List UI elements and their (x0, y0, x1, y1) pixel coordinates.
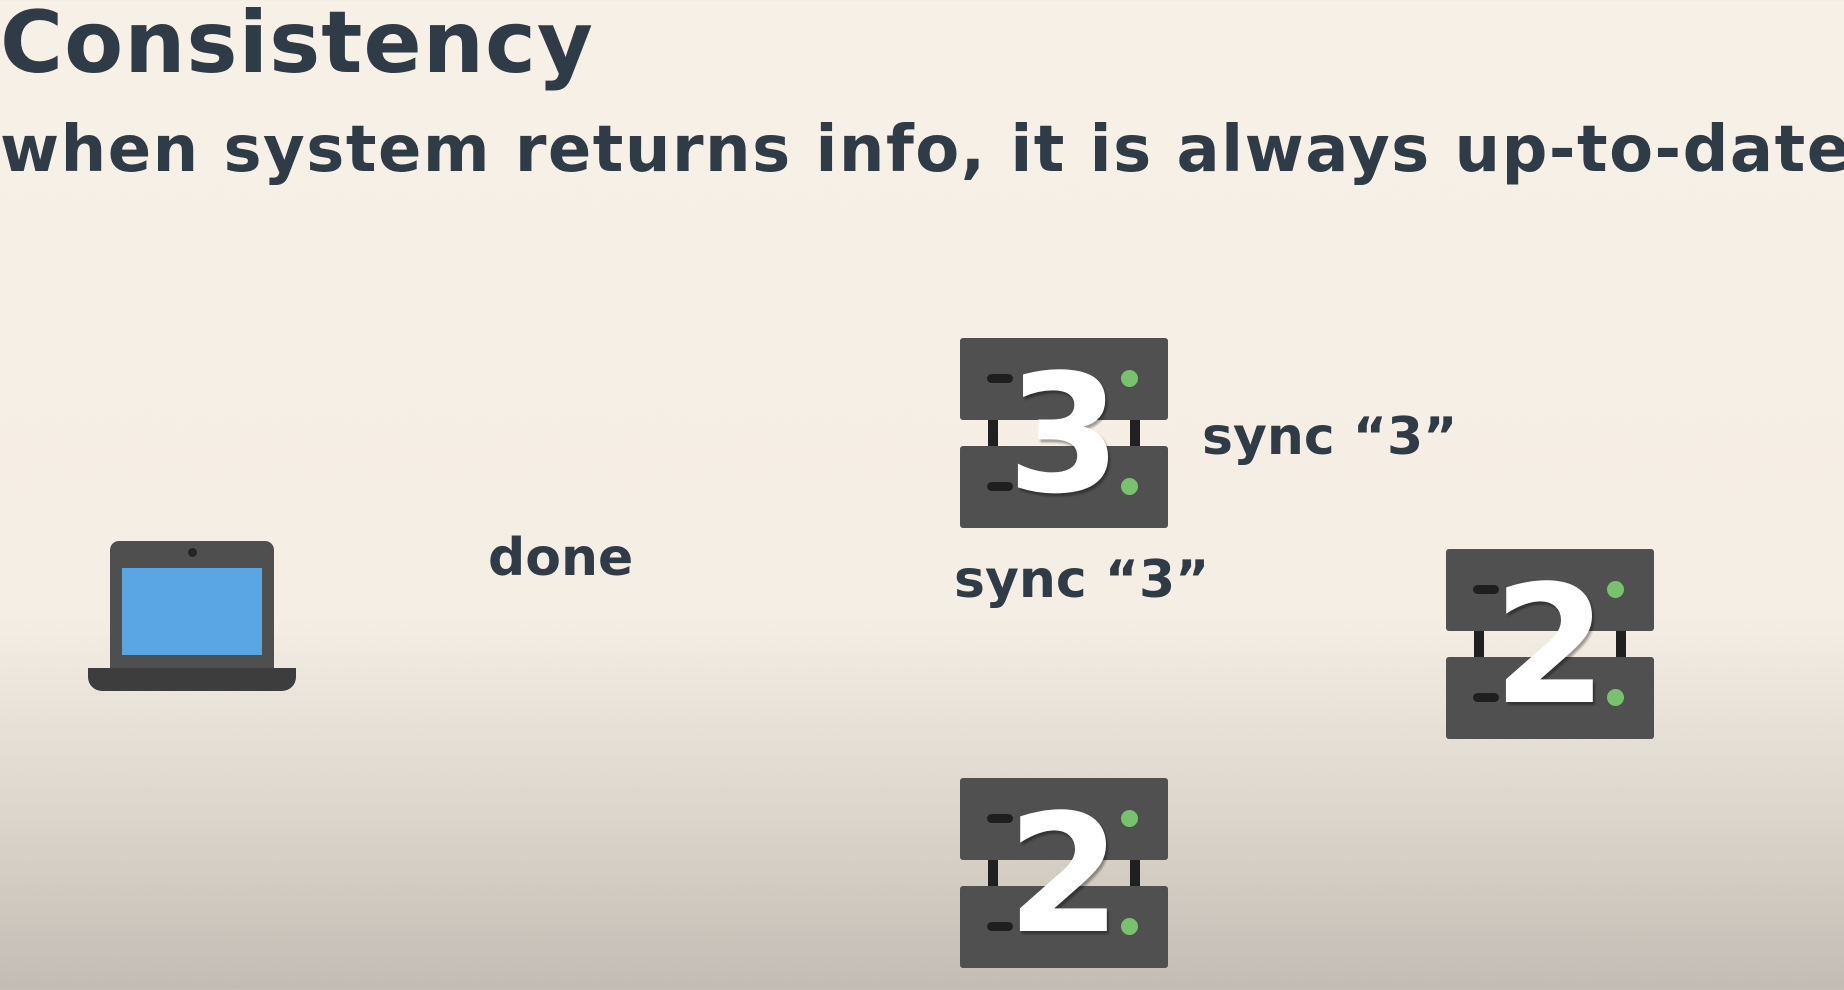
laptop-base (88, 668, 296, 691)
server-value: 3 (1006, 339, 1122, 530)
server-value: 2 (1006, 779, 1122, 970)
sync-label-below: sync “3” (954, 550, 1210, 610)
server-icon-right: 2 (1446, 549, 1654, 739)
sync-label-right: sync “3” (1202, 407, 1458, 467)
done-label: done (488, 528, 634, 588)
slide-subtitle: when system returns info, it is always u… (0, 113, 1844, 187)
server-icon-bottom: 2 (960, 778, 1168, 968)
slide-title: Consistency (0, 0, 594, 93)
laptop-camera (188, 548, 197, 557)
laptop-icon (88, 541, 296, 691)
server-icon-top: 3 (960, 338, 1168, 528)
laptop-screen (122, 568, 262, 655)
laptop-lid (110, 541, 274, 669)
server-value: 2 (1492, 550, 1608, 741)
